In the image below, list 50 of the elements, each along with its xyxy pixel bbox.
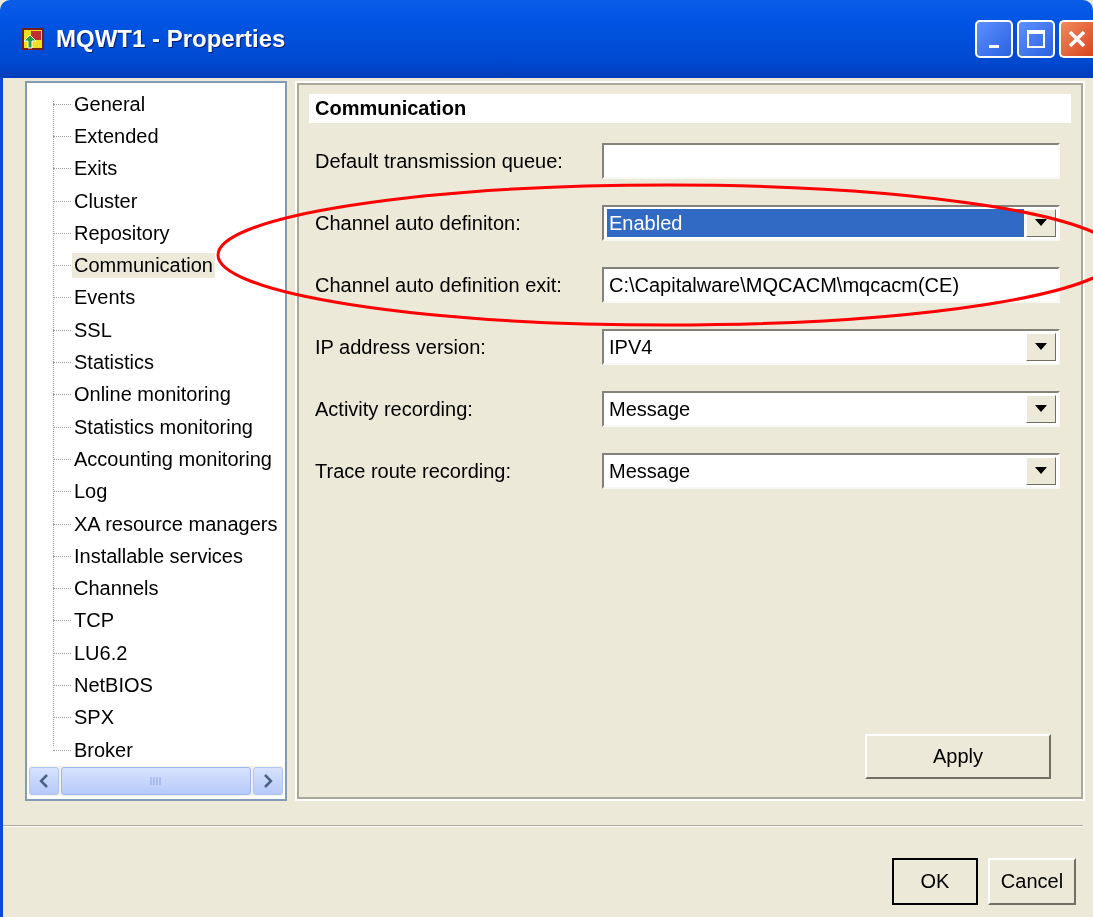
tree-item[interactable]: General [72,91,148,117]
tree-item[interactable]: XA resource managers [72,511,280,537]
dropdown-field[interactable]: Enabled [602,205,1060,241]
maximize-icon [1025,28,1047,50]
dropdown-field[interactable]: Message [602,453,1060,489]
minimize-icon [989,44,999,48]
dropdown-field[interactable]: IPV4 [602,329,1060,365]
tree-item[interactable]: Extended [72,123,161,149]
tree-item[interactable]: Statistics monitoring [72,414,255,440]
tree-item[interactable]: Cluster [72,188,140,214]
tree-item[interactable]: SPX [72,705,117,731]
close-button[interactable] [1059,20,1093,58]
cancel-button[interactable]: Cancel [988,858,1076,905]
tree-item[interactable]: Exits [72,156,120,182]
field-label: Default transmission queue: [314,149,564,173]
tree-item[interactable]: Online monitoring [72,382,233,408]
field-label: Channel auto definition exit: [314,273,563,297]
tree-item[interactable]: Installable services [72,543,245,569]
tree-item[interactable]: TCP [72,608,116,634]
window-title: MQWT1 - Properties [56,25,287,53]
close-icon [1066,28,1088,50]
tree-item[interactable]: Accounting monitoring [72,446,274,472]
dropdown-field[interactable]: Message [602,391,1060,427]
field-label: Channel auto definiton: [314,211,522,235]
scroll-left-button[interactable] [29,767,59,796]
field-label: Trace route recording: [314,459,512,483]
section-heading: Communication [309,94,1071,123]
maximize-button[interactable] [1017,20,1055,58]
tree-item[interactable]: LU6.2 [72,640,130,666]
scroll-right-button[interactable] [253,767,283,796]
ok-button[interactable]: OK [892,858,978,905]
text-field[interactable]: C:\Capitalware\MQCACM\mqcacm(CE) [602,267,1060,303]
apply-button[interactable]: Apply [865,734,1051,779]
horizontal-scrollbar[interactable] [29,766,283,796]
tree-item[interactable]: Channels [72,576,161,602]
app-icon [22,28,44,50]
field-label: Activity recording: [314,397,474,421]
tree-item[interactable]: NetBIOS [72,673,155,698]
grip-icon [149,776,163,787]
minimize-button[interactable] [975,20,1013,58]
tree-item[interactable]: Events [72,285,138,311]
tree-item[interactable]: SSL [72,317,114,343]
tree-item[interactable]: Communication [72,253,215,279]
tree-item[interactable]: Repository [72,220,172,246]
field-label: IP address version: [314,335,487,359]
text-field[interactable] [602,143,1060,179]
tree-item[interactable]: Statistics [72,350,157,375]
tree-item[interactable]: Broker [72,737,135,763]
tree-item[interactable]: Log [72,479,110,505]
scroll-thumb[interactable] [61,767,251,796]
